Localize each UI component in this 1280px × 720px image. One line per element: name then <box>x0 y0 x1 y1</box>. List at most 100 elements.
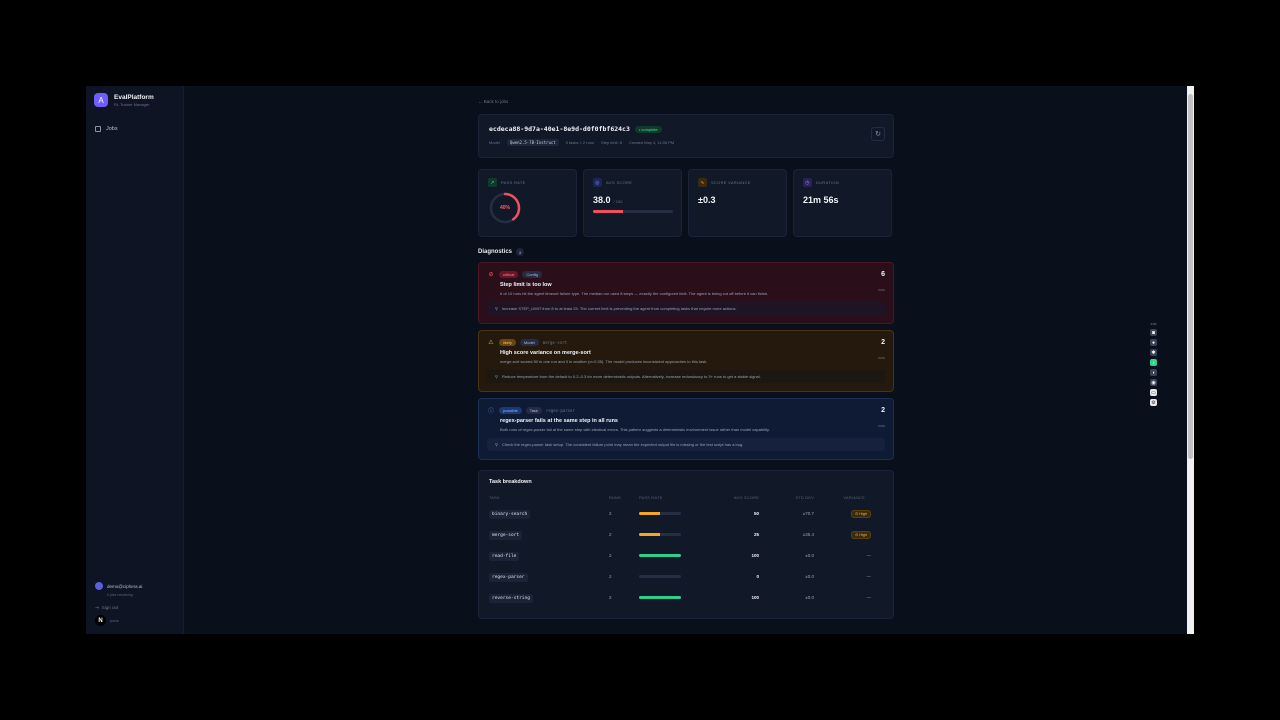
stat-score-variance: ∿ SCORE VARIANCE ±0.3 <box>688 169 787 237</box>
mic-icon[interactable]: ♪ <box>1150 359 1157 366</box>
pass-rate-bar <box>639 554 681 557</box>
table-row[interactable]: reverse-string 2 100 ±0.0 — <box>489 587 883 608</box>
record-icon[interactable]: ● <box>1150 339 1157 346</box>
table-row[interactable]: regex-parser 2 0 ±0.0 — <box>489 566 883 587</box>
col-pass-rate: PASS RATE <box>639 496 663 500</box>
avg-score-cell: 0 <box>756 574 759 579</box>
diagnostic-fix-text: Reduce temperature from the default to 0… <box>501 374 761 379</box>
diagnostics-list: ⊘ critical Config Step limit is too low 6 of… <box>478 262 894 460</box>
diagnostic-count-label: runs <box>878 424 885 428</box>
duration-value: 21m 56s <box>803 195 839 205</box>
pass-rate-bar <box>639 575 681 578</box>
diagnostic-critical[interactable]: ⊘ critical Config Step limit is too low 6 of… <box>478 262 894 324</box>
diagnostic-count: 2 runs <box>878 339 885 364</box>
category-tag: Config <box>522 270 542 278</box>
variance-cell: ⊙ High <box>814 524 883 545</box>
diagnostic-likely[interactable]: ⚠ likely Model merge-sort High score varianc… <box>478 330 894 392</box>
task-cell: regex-parser <box>489 566 609 587</box>
avg-score-cell: 50 <box>753 511 759 516</box>
pass-rate-value: 40% <box>499 205 510 211</box>
duration-label: DURATION <box>816 180 839 185</box>
task-cell: reverse-string <box>489 587 609 608</box>
chat-icon[interactable]: ▭ <box>1150 389 1157 396</box>
pass-rate-bar-fill <box>639 533 660 536</box>
gear-icon[interactable]: ⚙ <box>1150 399 1157 406</box>
avg-score-cell: 100 <box>751 553 759 558</box>
category-tag: Task <box>525 406 542 414</box>
variance-empty: — <box>866 553 872 558</box>
severity-tag: possible <box>499 406 522 414</box>
variance-badge: ⊙ High <box>850 510 871 518</box>
brand[interactable]: A EvalPlatform RL Trainer Manager <box>86 86 183 114</box>
camera-icon[interactable]: ◙ <box>1150 329 1157 336</box>
runs-cell: 2 <box>609 595 612 600</box>
diagnostic-count-value: 6 <box>881 271 885 278</box>
task-name: binary-search <box>489 509 531 519</box>
variance-cell: — <box>814 587 883 608</box>
diagnostic-possible[interactable]: ⓘ possible Task regex-parser regex-parser fa… <box>478 398 894 460</box>
stat-duration: ◷ DURATION 21m 56s <box>793 169 892 237</box>
table-row[interactable]: merge-sort 2 25 ±35.4 ⊙ High <box>489 524 883 545</box>
runs-cell: 2 <box>609 511 612 516</box>
user-row[interactable]: demo@ciphera.ai <box>95 582 179 590</box>
avg-score-cell: 100 <box>751 595 759 600</box>
variance-badge: ⊙ High <box>850 531 871 539</box>
back-link[interactable]: ← Back to jobs <box>478 99 894 104</box>
avg-score-bar-fill <box>593 210 624 213</box>
diagnostic-count-value: 2 <box>881 339 885 346</box>
runs-cell: 2 <box>609 532 612 537</box>
diagnostic-fix-text: Check the regex-parser task setup. The c… <box>501 442 744 447</box>
scrollbar-thumb[interactable] <box>1188 94 1193 459</box>
task-name: read-file <box>489 551 520 561</box>
col-runs: RUNS <box>609 496 621 500</box>
diagnostics-title: Diagnostics 3 <box>478 248 894 256</box>
step-limit: Step limit: 8 <box>601 140 622 145</box>
avg-score-bar <box>593 210 673 213</box>
pulse-icon: ∿ <box>698 178 707 187</box>
lightbulb-icon: ⚲ <box>495 442 498 447</box>
user-email: demo@ciphera.ai <box>107 583 143 589</box>
variance-empty: — <box>866 595 872 600</box>
scope-tag: regex-parser <box>545 407 575 413</box>
sidebar-item-jobs[interactable]: Jobs <box>95 126 175 132</box>
model-chip: Qwen2.5-7B-Instruct <box>506 139 559 146</box>
trend-icon: ↗ <box>488 178 497 187</box>
speaker-icon[interactable]: ◖ <box>1150 369 1157 376</box>
settings-icon[interactable]: ✱ <box>1150 349 1157 356</box>
critical-icon: ⊘ <box>488 271 494 278</box>
pass-rate-cell <box>639 587 709 608</box>
variance-cell: — <box>814 545 883 566</box>
user-subtext: 0 jobs remaining <box>107 593 133 597</box>
pass-rate-cell <box>639 524 709 545</box>
lightbulb-icon: ⚲ <box>495 306 498 311</box>
refresh-button[interactable]: ↻ <box>871 127 885 141</box>
n-logo-icon: N <box>95 615 106 626</box>
pass-rate-bar-fill <box>639 596 681 599</box>
task-table-header: TASK RUNS PASS RATE AVG SCORE STD DEV VA… <box>489 493 883 503</box>
stat-avg-score: ◎ AVG SCORE 38.0/ 100 <box>583 169 682 237</box>
sidebar: A EvalPlatform RL Trainer Manager Jobs d… <box>86 86 184 634</box>
task-table-body: binary-search 2 50 ±70.7 ⊙ High merge-sort 2 25… <box>489 503 883 608</box>
diagnostic-title: regex-parser fails at the same step in a… <box>500 418 618 424</box>
task-name: reverse-string <box>489 593 533 603</box>
std-dev-cell: ±0.0 <box>805 574 814 579</box>
diagnostic-fix: ⚲ Increase STEP_LIMIT from 8 to at least … <box>487 302 885 315</box>
floating-toolbar: 0:00 ◙ ● ✱ ♪ ◖ ◉ ▭ ⚙ <box>1150 322 1157 406</box>
location-icon[interactable]: ◉ <box>1150 379 1157 386</box>
lightbulb-icon: ⚲ <box>495 374 498 379</box>
variance-label: SCORE VARIANCE <box>711 180 751 185</box>
table-row[interactable]: binary-search 2 50 ±70.7 ⊙ High <box>489 503 883 524</box>
table-row[interactable]: read-file 2 100 ±0.0 — <box>489 545 883 566</box>
next-dev-badge[interactable]: N pane <box>95 615 179 626</box>
pass-rate-ring: 40% <box>488 191 522 225</box>
scrollbar[interactable] <box>1187 86 1194 634</box>
app-viewport: A EvalPlatform RL Trainer Manager Jobs d… <box>86 86 1194 634</box>
diagnostic-header: ⓘ possible Task regex-parser <box>487 406 885 415</box>
diagnostic-title: Step limit is too low <box>500 282 552 288</box>
toolbar-time: 0:00 <box>1150 322 1157 326</box>
stat-pass-rate: ↗ PASS RATE 40% <box>478 169 577 237</box>
sign-out-button[interactable]: ⇥ Sign out <box>95 605 179 611</box>
col-avg-score: AVG SCORE <box>734 496 759 500</box>
task-name: merge-sort <box>489 530 523 540</box>
col-task: TASK <box>489 496 500 500</box>
